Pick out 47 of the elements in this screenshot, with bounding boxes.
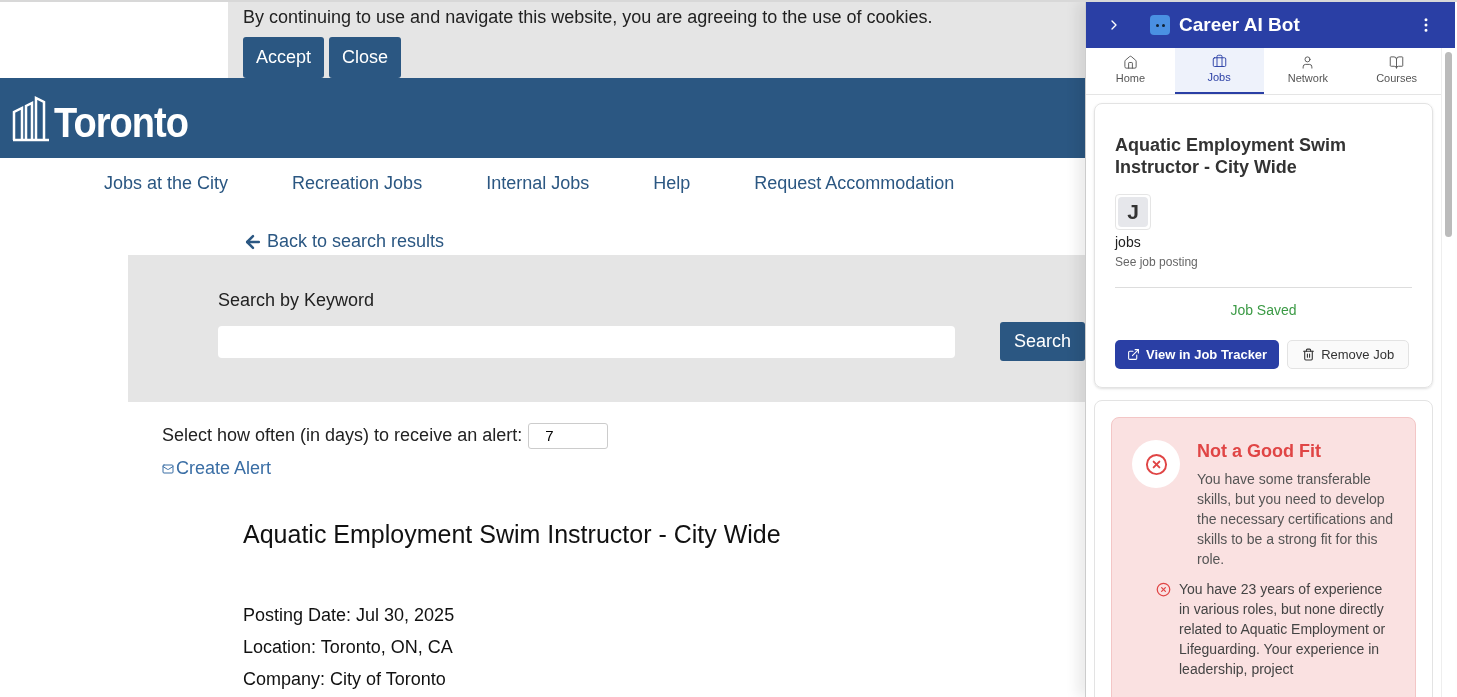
book-icon bbox=[1389, 55, 1405, 71]
person-icon bbox=[1300, 55, 1316, 71]
nav-tab[interactable]: Network bbox=[1263, 48, 1353, 94]
fit-reason: You have 23 years of experience in various roles, but none directly related to Aquatic Employment or Lifeguarding. Your experience in leadership, project bbox=[1179, 580, 1387, 679]
nav-tab[interactable]: Courses bbox=[1352, 48, 1441, 94]
fit-summary: You have some transferable skills, but you need to develop the necessary certifications and skills to be a strong fit for this role. bbox=[1197, 470, 1395, 569]
remove-job-button[interactable]: Remove Job bbox=[1287, 340, 1410, 369]
nav-tab[interactable]: Home bbox=[1086, 48, 1175, 94]
job-detail: Posting Date: Jul 30, 2025 bbox=[243, 603, 455, 626]
nav-tab[interactable]: Jobs bbox=[1174, 48, 1264, 94]
company-avatar: J bbox=[1118, 197, 1148, 227]
alert-days-field[interactable]: 7 bbox=[528, 422, 609, 449]
cookie-button[interactable]: Accept bbox=[243, 37, 325, 78]
company-name: jobs bbox=[1115, 233, 1141, 252]
job-title: Aquatic Employment Swim Instructor - City Wide bbox=[243, 519, 781, 550]
envelope-icon bbox=[162, 462, 174, 475]
nav-link[interactable]: Jobs at the City bbox=[104, 169, 229, 197]
saved-status: Job Saved bbox=[1230, 301, 1297, 320]
search-label: Search by Keyword bbox=[218, 289, 375, 312]
panel-title: Career AI Bot bbox=[1179, 12, 1300, 37]
card-job-title: Aquatic Employment Swim Instructor - City Wide bbox=[1115, 134, 1348, 178]
trash-icon bbox=[1302, 348, 1316, 361]
fit-heading: Not a Good Fit bbox=[1197, 440, 1321, 463]
nav-link[interactable]: Recreation Jobs bbox=[292, 169, 423, 197]
job-posting-link[interactable]: See job posting bbox=[1115, 253, 1198, 271]
logo-text: Toronto bbox=[54, 102, 189, 144]
back-link[interactable]: Back to search results bbox=[243, 228, 445, 255]
scrollbar-thumb[interactable] bbox=[1445, 52, 1452, 237]
create-alert-link[interactable]: Create Alert bbox=[162, 455, 272, 482]
cookie-message: By continuing to use and navigate this website, you are agreeing to the use of cookies. bbox=[243, 6, 934, 29]
job-tracker-button[interactable]: View in Job Tracker bbox=[1115, 340, 1280, 369]
city-hall-icon bbox=[12, 94, 50, 142]
reason-icon bbox=[1156, 582, 1171, 597]
nav-link[interactable]: Request Accommodation bbox=[754, 169, 955, 197]
search-field[interactable] bbox=[218, 325, 955, 358]
search-button[interactable]: Search bbox=[999, 322, 1085, 361]
fit-badge bbox=[1132, 440, 1180, 488]
external-link-icon bbox=[1127, 348, 1140, 361]
bot-icon bbox=[1150, 15, 1170, 35]
home-icon bbox=[1122, 55, 1138, 71]
nav-link[interactable]: Internal Jobs bbox=[486, 169, 590, 197]
cookie-button[interactable]: Close bbox=[329, 37, 402, 78]
alert-label: Select how often (in days) to receive an alert: bbox=[162, 424, 523, 447]
job-detail: Location: Toronto, ON, CA bbox=[243, 635, 453, 658]
nav-link[interactable]: Help bbox=[653, 169, 691, 197]
job-detail: Company: City of Toronto bbox=[243, 667, 446, 690]
briefcase-icon bbox=[1211, 54, 1227, 70]
